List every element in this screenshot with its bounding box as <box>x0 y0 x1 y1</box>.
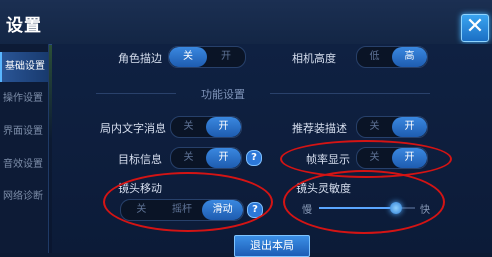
in-game-text-label: 局内文字消息 <box>100 122 166 135</box>
toggle-option[interactable]: 摇杆 <box>162 200 203 220</box>
toggle-option[interactable]: 开 <box>207 47 245 67</box>
slider-max-label: 快 <box>420 205 430 216</box>
camera-move-label: 镜头移动 <box>118 182 162 195</box>
slider-fill <box>319 207 396 209</box>
toggle-option[interactable]: 关 <box>357 148 392 168</box>
camera-height-label: 相机高度 <box>292 52 336 65</box>
toggle-option[interactable]: 滑动 <box>202 200 243 220</box>
toggle-option[interactable]: 关 <box>121 200 162 220</box>
toggle-option[interactable]: 关 <box>169 47 207 67</box>
sidebar-item-controls[interactable]: 操作设置 <box>0 84 48 114</box>
toggle-option[interactable]: 关 <box>171 117 206 137</box>
section-divider <box>270 93 430 94</box>
toggle-option[interactable]: 关 <box>357 117 392 137</box>
sidebar-item-basic[interactable]: 基础设置 <box>0 52 48 82</box>
sidebar-item-interface[interactable]: 界面设置 <box>0 117 48 147</box>
section-divider <box>96 93 176 94</box>
target-info-toggle[interactable]: 关 开 <box>170 147 242 169</box>
camera-sensitivity-label: 镜头灵敏度 <box>296 182 351 195</box>
page-title: 设置 <box>6 16 42 36</box>
frame-rate-label: 帧率显示 <box>306 153 350 166</box>
in-game-text-toggle[interactable]: 关 开 <box>170 116 242 138</box>
recommended-desc-label: 推荐装描述 <box>292 122 347 135</box>
settings-sidebar: 基础设置 操作设置 界面设置 音效设置 网络诊断 <box>0 44 49 253</box>
toggle-option[interactable]: 低 <box>357 47 392 67</box>
character-outline-label: 角色描边 <box>118 52 162 65</box>
toggle-option[interactable]: 开 <box>206 148 241 168</box>
frame-rate-toggle[interactable]: 关 开 <box>356 147 428 169</box>
sidebar-item-audio[interactable]: 音效设置 <box>0 150 48 180</box>
character-outline-toggle[interactable]: 关 开 <box>168 46 246 68</box>
toggle-option[interactable]: 开 <box>392 117 427 137</box>
toggle-option[interactable]: 高 <box>392 47 427 67</box>
settings-header: 设置 ✕ <box>0 0 492 45</box>
toggle-option[interactable]: 关 <box>171 148 206 168</box>
close-icon[interactable]: ✕ <box>461 14 489 42</box>
recommended-desc-toggle[interactable]: 关 开 <box>356 116 428 138</box>
settings-content <box>52 44 492 253</box>
toggle-option[interactable]: 开 <box>206 117 241 137</box>
section-title: 功能设置 <box>201 88 245 101</box>
toggle-option[interactable]: 开 <box>392 148 427 168</box>
camera-move-toggle[interactable]: 关 摇杆 滑动 <box>120 199 244 221</box>
target-info-help-icon[interactable]: ? <box>246 150 262 166</box>
camera-move-help-icon[interactable]: ? <box>247 202 263 218</box>
target-info-label: 目标信息 <box>118 153 162 166</box>
camera-sensitivity-slider[interactable] <box>319 202 415 214</box>
slider-min-label: 慢 <box>302 205 312 216</box>
sidebar-item-network[interactable]: 网络诊断 <box>0 182 48 212</box>
slider-handle[interactable] <box>389 202 402 214</box>
camera-height-toggle[interactable]: 低 高 <box>356 46 428 68</box>
exit-match-button[interactable]: 退出本局 <box>234 235 310 257</box>
